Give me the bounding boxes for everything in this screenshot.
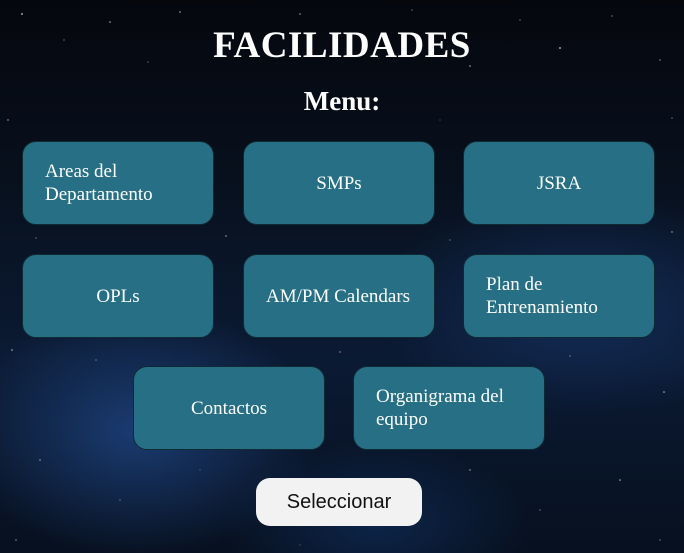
menu-item-organigrama-del-equipo[interactable]: Organigrama del equipo xyxy=(353,366,545,450)
select-button[interactable]: Seleccionar xyxy=(256,478,422,526)
menu-item-am-pm-calendars[interactable]: AM/PM Calendars xyxy=(243,254,435,338)
menu-item-label: OPLs xyxy=(96,285,140,307)
menu-item-label: JSRA xyxy=(536,172,582,194)
menu-item-contactos[interactable]: Contactos xyxy=(133,366,325,450)
menu-item-label: Areas del Departamento xyxy=(45,161,153,205)
menu-item-smps[interactable]: SMPs xyxy=(243,141,435,225)
menu-item-label: SMPs xyxy=(316,172,362,194)
menu-item-areas-del-departamento[interactable]: Areas del Departamento xyxy=(22,141,214,225)
menu-item-label: Organigrama del equipo xyxy=(376,386,504,430)
menu-item-jsra[interactable]: JSRA xyxy=(463,141,655,225)
menu-item-plan-de-entrenamiento[interactable]: Plan de Entrenamiento xyxy=(463,254,655,338)
menu-heading: Menu: xyxy=(303,86,381,116)
menu-item-label: AM/PM Calendars xyxy=(266,285,411,307)
menu-item-opls[interactable]: OPLs xyxy=(22,254,214,338)
menu-item-label: Contactos xyxy=(191,397,267,419)
menu-item-label: Plan de Entrenamiento xyxy=(486,274,598,318)
page-title: FACILIDADES xyxy=(213,25,471,66)
